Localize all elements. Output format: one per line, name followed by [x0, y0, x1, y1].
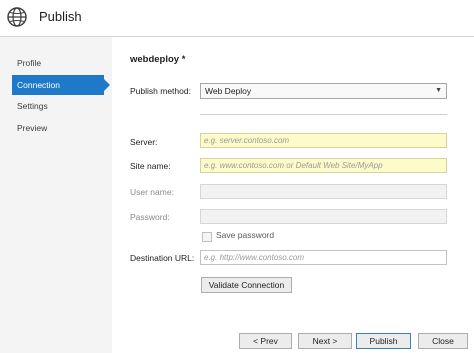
- next-button[interactable]: Next >: [298, 333, 352, 349]
- connection-panel: webdeploy * Publish method: Web Deploy ▼…: [112, 37, 474, 353]
- destination-url-input[interactable]: [200, 250, 447, 265]
- publish-button[interactable]: Publish: [356, 333, 411, 349]
- password-input[interactable]: [200, 209, 447, 224]
- publish-method-value: Web Deploy: [205, 86, 252, 96]
- globe-icon: [7, 7, 27, 27]
- save-password-checkbox[interactable]: [202, 232, 212, 242]
- server-input[interactable]: [200, 133, 447, 148]
- site-name-label: Site name:: [130, 161, 171, 171]
- user-name-label: User name:: [130, 187, 174, 197]
- publish-method-label: Publish method:: [130, 86, 191, 96]
- sidebar-item-connection[interactable]: Connection: [12, 75, 110, 95]
- sidebar: Profile Connection Settings Preview: [0, 37, 112, 353]
- prev-button[interactable]: < Prev: [239, 333, 292, 349]
- destination-url-label: Destination URL:: [130, 253, 195, 263]
- save-password-label: Save password: [216, 230, 275, 240]
- publish-method-select[interactable]: Web Deploy ▼: [200, 83, 447, 99]
- password-label: Password:: [130, 212, 170, 222]
- site-name-input[interactable]: [200, 158, 447, 173]
- sidebar-item-preview[interactable]: Preview: [12, 118, 104, 138]
- title-bar: Publish: [0, 0, 474, 36]
- close-button[interactable]: Close: [418, 333, 468, 349]
- profile-name: webdeploy *: [130, 54, 186, 65]
- window-title: Publish: [39, 9, 82, 24]
- validate-connection-button[interactable]: Validate Connection: [201, 277, 292, 293]
- sidebar-item-profile[interactable]: Profile: [12, 53, 104, 73]
- section-divider: [200, 114, 447, 115]
- user-name-input[interactable]: [200, 184, 447, 199]
- sidebar-item-settings[interactable]: Settings: [12, 96, 104, 116]
- server-label: Server:: [130, 137, 158, 147]
- chevron-down-icon: ▼: [435, 87, 442, 94]
